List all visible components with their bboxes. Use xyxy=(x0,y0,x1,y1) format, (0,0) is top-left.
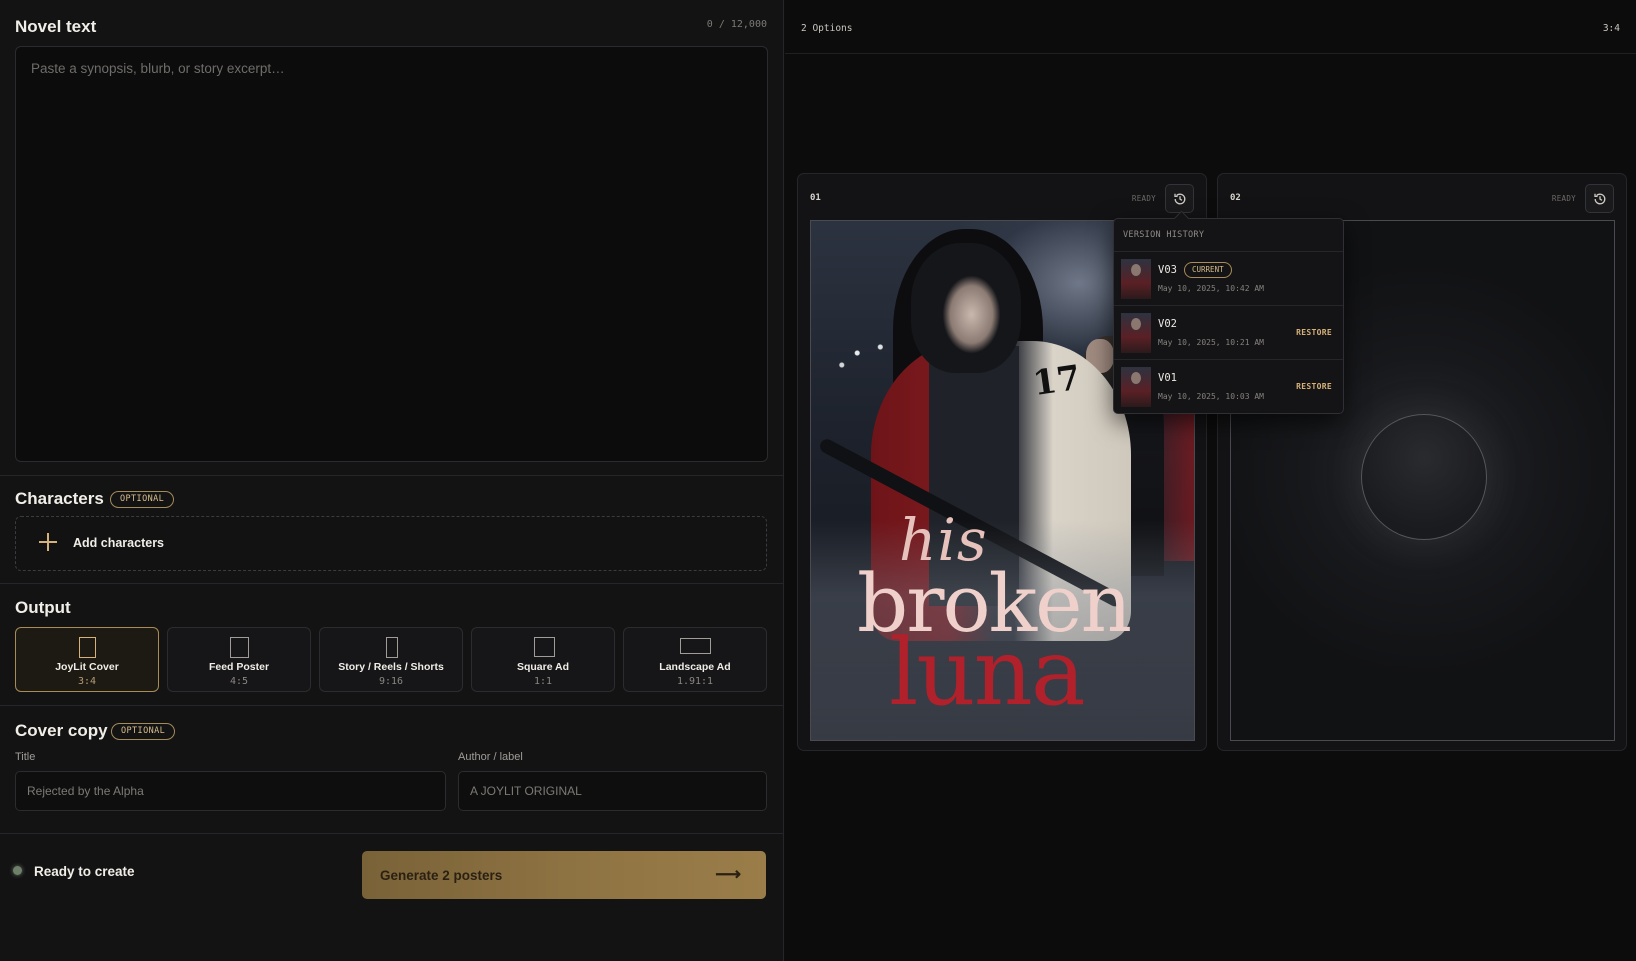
version-date: May 10, 2025, 10:21 AM xyxy=(1158,338,1264,347)
card-number: 02 xyxy=(1230,193,1241,203)
version-history-title: VERSION HISTORY xyxy=(1123,230,1205,240)
output-option-square-ad[interactable]: Square Ad 1:1 xyxy=(471,627,615,692)
output-option-name: Landscape Ad xyxy=(659,661,731,673)
version-label: V03 xyxy=(1158,264,1177,276)
version-thumbnail xyxy=(1121,259,1151,299)
ratio-9-16-icon xyxy=(386,637,398,658)
output-option-ratio: 4:5 xyxy=(229,676,249,687)
version-thumbnail xyxy=(1121,367,1151,407)
output-option-landscape-ad[interactable]: Landscape Ad 1.91:1 xyxy=(623,627,767,692)
results-panel: 2 Options 3:4 01 READY 17 his broken lun… xyxy=(785,0,1636,961)
author-field-label: Author / label xyxy=(458,751,523,763)
character-counter: 0 / 12,000 xyxy=(706,19,767,30)
results-header: 2 Options 3:4 xyxy=(785,0,1636,54)
version-history-button[interactable] xyxy=(1585,184,1614,213)
output-option-name: Square Ad xyxy=(516,661,570,673)
add-characters-label: Add characters xyxy=(73,536,165,550)
version-row-v01[interactable]: V01 May 10, 2025, 10:03 AM RESTORE xyxy=(1114,359,1343,413)
output-option-name: Feed Poster xyxy=(208,661,270,673)
title-input[interactable] xyxy=(15,771,446,811)
history-icon xyxy=(1594,193,1606,205)
output-option-ratio: 1.91:1 xyxy=(676,676,714,687)
cover-copy-heading: Cover copy xyxy=(15,721,108,740)
plus-icon xyxy=(38,532,58,552)
version-label: V02 xyxy=(1158,318,1177,330)
optional-badge: OPTIONAL xyxy=(110,491,175,508)
generate-posters-button[interactable]: Generate 2 posters ⟶ xyxy=(362,851,766,899)
restore-button[interactable]: RESTORE xyxy=(1296,328,1332,337)
loading-orb xyxy=(1361,414,1487,540)
version-history-button[interactable] xyxy=(1165,184,1194,213)
version-date: May 10, 2025, 10:42 AM xyxy=(1158,284,1264,293)
ratio-4-5-icon xyxy=(230,637,249,658)
author-input[interactable] xyxy=(458,771,767,811)
arrow-right-icon: ⟶ xyxy=(715,864,741,884)
card-status: READY xyxy=(1131,194,1156,203)
output-option-ratio: 3:4 xyxy=(77,676,97,687)
status-text: Ready to create xyxy=(34,864,135,879)
jersey-number: 17 xyxy=(1030,357,1083,405)
ratio-1-91-1-icon xyxy=(680,638,711,654)
divider xyxy=(0,475,784,476)
output-option-feed-poster[interactable]: Feed Poster 4:5 xyxy=(167,627,311,692)
output-option-ratio: 1:1 xyxy=(533,676,553,687)
output-option-ratio: 9:16 xyxy=(378,676,404,687)
output-option-name: JoyLit Cover xyxy=(55,661,119,673)
options-count: 2 Options xyxy=(801,23,853,34)
ratio-1-1-icon xyxy=(534,637,555,657)
novel-text-heading: Novel text xyxy=(15,17,97,36)
selected-ratio: 3:4 xyxy=(1602,23,1620,34)
version-label: V01 xyxy=(1158,372,1177,384)
history-icon xyxy=(1174,193,1186,205)
current-badge: CURRENT xyxy=(1184,262,1232,278)
output-heading: Output xyxy=(15,598,71,617)
optional-badge: OPTIONAL xyxy=(111,723,176,740)
output-option-joylit-cover[interactable]: JoyLit Cover 3:4 xyxy=(15,627,159,692)
title-field-label: Title xyxy=(15,751,36,763)
version-date: May 10, 2025, 10:03 AM xyxy=(1158,392,1264,401)
poster-title-line-3: luna xyxy=(889,619,1086,726)
restore-button[interactable]: RESTORE xyxy=(1296,382,1332,391)
version-row-v03[interactable]: V03 CURRENT May 10, 2025, 10:42 AM xyxy=(1114,251,1343,305)
novel-text-input[interactable] xyxy=(15,46,768,462)
divider xyxy=(0,705,784,706)
status-indicator xyxy=(13,866,22,875)
ratio-3-4-icon xyxy=(79,637,96,658)
divider xyxy=(0,833,784,834)
version-row-v02[interactable]: V02 May 10, 2025, 10:21 AM RESTORE xyxy=(1114,305,1343,359)
version-history-popover: VERSION HISTORY V03 CURRENT May 10, 2025… xyxy=(1113,218,1344,414)
card-status: READY xyxy=(1551,194,1576,203)
card-number: 01 xyxy=(810,193,821,203)
characters-heading: Characters xyxy=(15,489,104,508)
version-thumbnail xyxy=(1121,313,1151,353)
output-option-story-reels-shorts[interactable]: Story / Reels / Shorts 9:16 xyxy=(319,627,463,692)
divider xyxy=(0,583,784,584)
add-characters-button[interactable]: Add characters xyxy=(15,516,767,571)
generate-label: Generate 2 posters xyxy=(380,867,503,883)
composer-panel: Novel text 0 / 12,000 Characters OPTIONA… xyxy=(0,0,784,961)
output-option-name: Story / Reels / Shorts xyxy=(338,661,444,673)
